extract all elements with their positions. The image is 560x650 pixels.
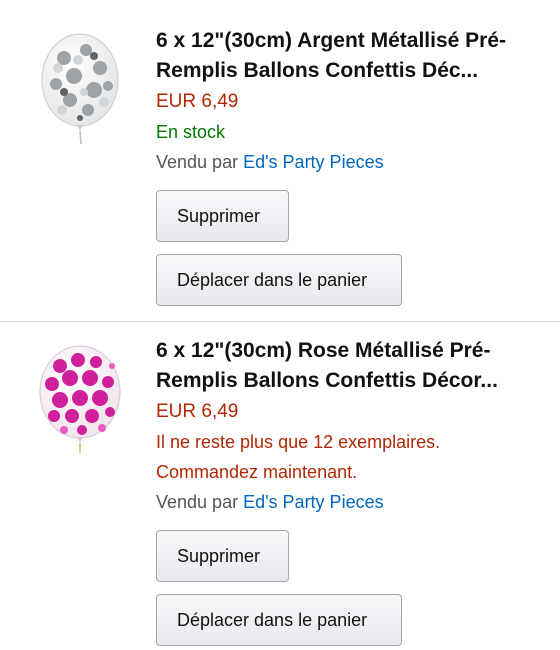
- move-to-cart-button[interactable]: Déplacer dans le panier: [156, 594, 402, 646]
- stock-status: En stock: [156, 122, 226, 142]
- product-image-silver-balloon[interactable]: [34, 28, 130, 146]
- product-title-line[interactable]: Remplis Ballons Confettis Déc...: [156, 56, 536, 86]
- seller-prefix: Vendu par: [156, 152, 239, 172]
- item-details: 6 x 12"(30cm) Argent Métallisé Pré- Remp…: [156, 26, 546, 306]
- low-stock-warning: Il ne reste plus que 12 exemplaires.: [156, 432, 441, 452]
- product-price: EUR 6,49: [156, 91, 239, 112]
- order-now-message: Commandez maintenant.: [156, 462, 358, 482]
- seller-prefix: Vendu par: [156, 492, 239, 512]
- seller-line: Vendu par Ed's Party Pieces: [156, 487, 546, 517]
- product-title-line[interactable]: 6 x 12"(30cm) Argent Métallisé Pré-: [156, 26, 536, 56]
- product-price: EUR 6,49: [156, 401, 239, 422]
- product-title[interactable]: 6 x 12"(30cm) Rose Métallisé Pré- Rempli…: [156, 336, 536, 396]
- pink-confetti-balloon-icon: [39, 345, 121, 453]
- move-to-cart-button[interactable]: Déplacer dans le panier: [156, 254, 402, 306]
- seller-link[interactable]: Ed's Party Pieces: [243, 492, 384, 512]
- product-title[interactable]: 6 x 12"(30cm) Argent Métallisé Pré- Remp…: [156, 26, 536, 86]
- delete-button[interactable]: Supprimer: [156, 190, 289, 242]
- seller-link[interactable]: Ed's Party Pieces: [243, 152, 384, 172]
- silver-confetti-balloon-icon: [41, 33, 119, 145]
- product-title-line[interactable]: Remplis Ballons Confettis Décor...: [156, 366, 536, 396]
- seller-line: Vendu par Ed's Party Pieces: [156, 147, 546, 177]
- item-details: 6 x 12"(30cm) Rose Métallisé Pré- Rempli…: [156, 336, 546, 646]
- cart-item: 6 x 12"(30cm) Rose Métallisé Pré- Rempli…: [0, 321, 560, 650]
- product-image-pink-balloon[interactable]: [34, 336, 130, 454]
- product-title-line[interactable]: 6 x 12"(30cm) Rose Métallisé Pré-: [156, 336, 536, 366]
- delete-button[interactable]: Supprimer: [156, 530, 289, 582]
- cart-item: 6 x 12"(30cm) Argent Métallisé Pré- Remp…: [0, 0, 560, 321]
